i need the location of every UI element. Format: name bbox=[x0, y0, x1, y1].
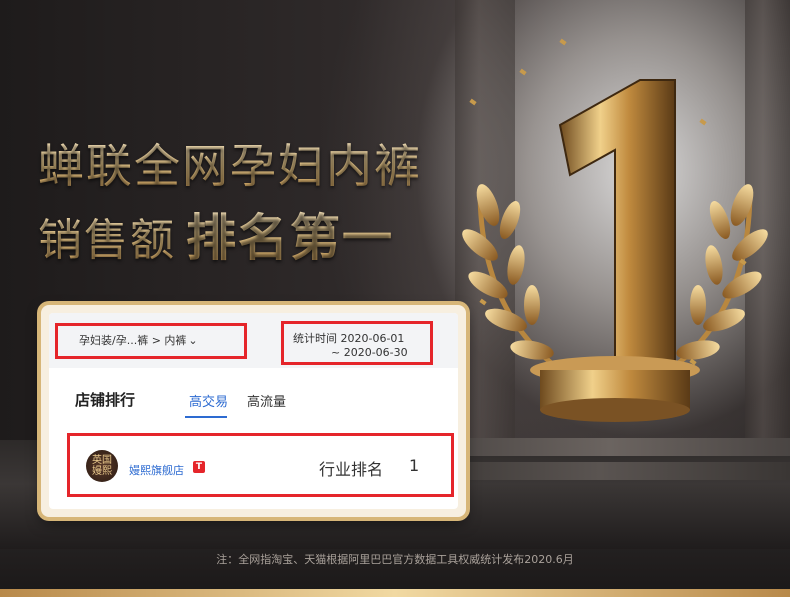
footer-note: 注：全网指淘宝、天猫根据阿里巴巴官方数据工具权威统计发布2020.6月 bbox=[216, 553, 574, 566]
laurel-left-icon bbox=[462, 184, 562, 372]
tmall-badge-icon: T bbox=[193, 461, 205, 473]
number-one-shape bbox=[558, 79, 676, 371]
chevron-down-icon: ⌄ bbox=[188, 334, 198, 347]
active-tab-indicator bbox=[185, 416, 227, 418]
headline-line-2: 销售额 排名第一 bbox=[38, 198, 394, 270]
tab-high-transaction[interactable]: 高交易 bbox=[189, 391, 228, 410]
trophy-number-one-icon bbox=[440, 70, 780, 450]
ranking-card: 孕妇装/孕...裤 > 内裤 ⌄ 统计时间 2020-06-01 ~ 2020-0… bbox=[41, 305, 466, 517]
ranking-card-inner: 孕妇装/孕...裤 > 内裤 ⌄ 统计时间 2020-06-01 ~ 2020-0… bbox=[49, 313, 458, 509]
rank-row-highlight bbox=[67, 433, 454, 497]
headline-prefix: 销售额 bbox=[38, 215, 176, 266]
headline-emphasis: 排名第一 bbox=[186, 209, 394, 267]
date-range-start: 统计时间 2020-06-01 bbox=[293, 332, 405, 345]
floor-step-lower bbox=[410, 462, 790, 480]
gold-bottom-strip bbox=[0, 589, 790, 597]
headline-line-1: 蝉联全网孕妇内裤 bbox=[38, 130, 422, 196]
date-range-end: ~ 2020-06-30 bbox=[331, 346, 408, 359]
tab-high-traffic[interactable]: 高流量 bbox=[247, 391, 286, 410]
rank-label: 行业排名 bbox=[319, 460, 384, 479]
section-title: 店铺排行 bbox=[75, 391, 136, 409]
laurel-right-icon bbox=[668, 184, 768, 372]
shop-avatar: 英国 嫚熙 bbox=[86, 450, 118, 482]
trophy-graphic bbox=[462, 79, 768, 422]
rank-value: 1 bbox=[409, 456, 420, 475]
breadcrumb-text: 孕妇装/孕...裤 > 内裤 bbox=[79, 334, 187, 347]
shop-name-link[interactable]: 嫚熙旗舰店 bbox=[129, 462, 184, 478]
breadcrumb[interactable]: 孕妇装/孕...裤 > 内裤 ⌄ bbox=[79, 332, 198, 348]
